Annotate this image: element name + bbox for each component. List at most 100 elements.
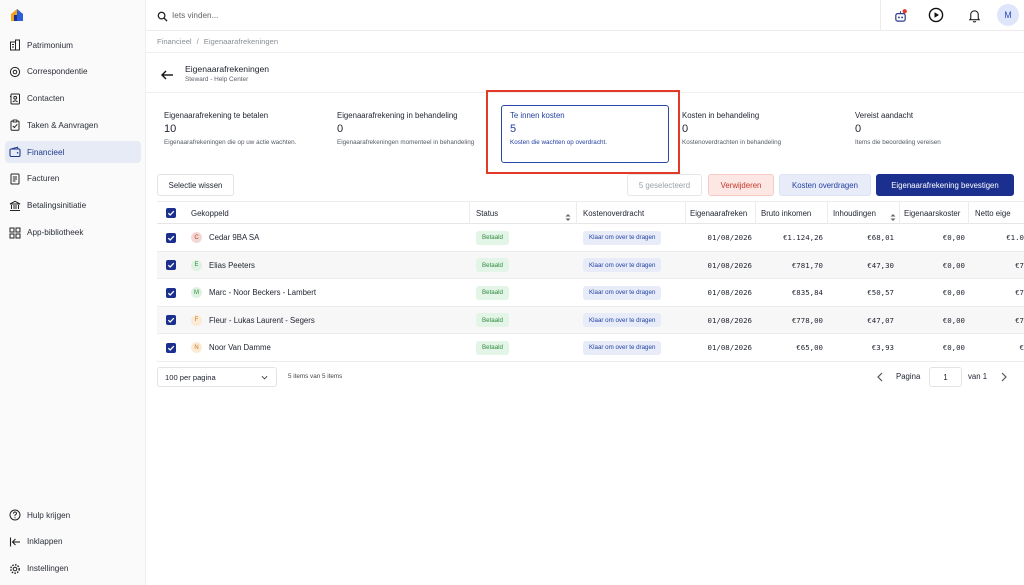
bank-icon: [9, 200, 21, 212]
header-status[interactable]: Status: [476, 202, 498, 224]
delete-button[interactable]: Verwijderen: [708, 174, 774, 196]
sort-icon[interactable]: [890, 209, 896, 221]
at-sign-icon: [9, 66, 21, 78]
sidebar-item-label: Financieel: [27, 147, 65, 157]
linked-cell[interactable]: F Fleur - Lukas Laurent - Segers: [191, 307, 461, 334]
table-row[interactable]: N Noor Van Damme Betaald Klaar om over te d…: [157, 334, 1024, 362]
column-divider: [899, 202, 900, 224]
clear-selection-button[interactable]: Selectie wissen: [157, 174, 234, 196]
gross-income: €1.124,26: [782, 233, 823, 242]
transfer-cell: Klaar om over te dragen: [583, 224, 662, 251]
owner-costs: €0,00: [942, 343, 965, 352]
initial-avatar: C: [191, 232, 202, 243]
header-net[interactable]: Netto eige: [975, 202, 1011, 224]
table-body: C Cedar 9BA SA Betaald Klaar om over te dra…: [157, 224, 1024, 362]
transfer-cell: Klaar om over te dragen: [583, 252, 662, 279]
play-circle-icon[interactable]: [926, 5, 946, 25]
table-row[interactable]: M Marc - Noor Beckers - Lambert Betaald Kla…: [157, 279, 1024, 307]
clipboard-check-icon: [9, 119, 21, 132]
table-row[interactable]: E Elias Peeters Betaald Klaar om over te dr…: [157, 251, 1024, 279]
linked-cell[interactable]: C Cedar 9BA SA: [191, 224, 461, 251]
stat-card-in-progress[interactable]: Eigenaarafrekening in behandeling 0 Eige…: [337, 111, 477, 147]
sidebar: Patrimonium Correspondentie Contacten Taken…: [0, 0, 146, 585]
sidebar-item-betalingsinitiatie[interactable]: Betalingsinitiatie: [5, 195, 141, 217]
stat-label: Eigenaarafrekening te betalen: [164, 111, 269, 120]
header-cost-transfer[interactable]: Kostenoverdracht: [583, 202, 644, 224]
back-arrow-icon[interactable]: [160, 68, 174, 80]
row-checkbox[interactable]: [166, 307, 176, 334]
stat-description: Kosten die wachten op overdracht.: [510, 139, 607, 146]
sidebar-item-facturen[interactable]: Facturen: [5, 168, 141, 190]
initial-avatar: F: [191, 314, 202, 326]
table-row[interactable]: C Cedar 9BA SA Betaald Klaar om over te dra…: [157, 224, 1024, 252]
stat-card-costs-in-progress[interactable]: Kosten in behandeling 0 Kostenoverdracht…: [682, 111, 822, 147]
sidebar-item-app-bibliotheek[interactable]: App-bibliotheek: [5, 222, 141, 244]
transfer-costs-button[interactable]: Kosten overdragen: [779, 174, 871, 196]
select-all-checkbox[interactable]: [166, 202, 176, 224]
header-settlement[interactable]: Eigenaarafreken: [690, 202, 747, 224]
page-input[interactable]: [929, 367, 962, 387]
invoice-icon: [9, 173, 21, 185]
sidebar-item-patrimonium[interactable]: Patrimonium: [5, 34, 141, 56]
settlement-date: 01/08/2026: [707, 260, 753, 270]
deductions: €47,07: [867, 315, 894, 325]
search-input[interactable]: [172, 6, 472, 24]
breadcrumb-separator: /: [196, 37, 199, 46]
stat-card-costs-to-collect[interactable]: Te innen kosten 5 Kosten die wachten op …: [510, 111, 650, 147]
items-count: 5 items van 5 items: [288, 373, 343, 380]
stat-card-needs-attention[interactable]: Vereist aandacht 0 Items die beoordeling…: [855, 111, 995, 147]
per-page-select[interactable]: 100 per pagina: [157, 367, 277, 387]
linked-cell[interactable]: N Noor Van Damme: [191, 334, 461, 361]
sidebar-item-contacten[interactable]: Contacten: [5, 88, 141, 110]
sidebar-item-label: Correspondentie: [27, 67, 88, 77]
stat-label: Eigenaarafrekening in behandeling: [337, 111, 458, 120]
sidebar-item-inklappen[interactable]: Inklappen: [5, 531, 141, 553]
house-logo-icon[interactable]: [9, 7, 25, 23]
status-badge: Betaald: [476, 313, 509, 327]
chevron-down-icon: [261, 374, 268, 381]
linked-cell[interactable]: M Marc - Noor Beckers - Lambert: [191, 279, 461, 306]
sidebar-item-label: Instellingen: [27, 564, 69, 574]
sidebar-item-hulp-krijgen[interactable]: Hulp krijgen: [5, 504, 141, 526]
table-header: Gekoppeld Status Kostenoverdracht Eigena…: [157, 201, 1024, 224]
sidebar-item-label: Inklappen: [27, 537, 63, 547]
row-checkbox[interactable]: [166, 252, 176, 279]
sidebar-item-correspondentie[interactable]: Correspondentie: [5, 61, 141, 83]
transfer-cell: Klaar om over te dragen: [583, 279, 662, 306]
confirm-settlement-button[interactable]: Eigenaarafrekening bevestigen: [876, 174, 1014, 196]
sidebar-item-instellingen[interactable]: Instellingen: [5, 558, 141, 580]
page-subtitle: Steward - Help Center: [185, 76, 249, 83]
owner-costs: €0,00: [942, 288, 965, 297]
breadcrumb-item-financieel[interactable]: Financieel: [157, 37, 192, 46]
stat-card-to-pay[interactable]: Eigenaarafrekening te betalen 10 Eigenaa…: [164, 111, 304, 147]
sidebar-bottom-nav: Hulp krijgen Inklappen Instellingen: [0, 504, 146, 584]
row-checkbox[interactable]: [166, 334, 176, 361]
transfer-badge: Klaar om over te dragen: [583, 285, 662, 300]
bot-notification-icon[interactable]: [890, 5, 910, 25]
stat-value: 5: [510, 123, 517, 135]
chevron-left-icon[interactable]: [874, 370, 886, 384]
header-linked[interactable]: Gekoppeld: [191, 202, 229, 224]
initial-avatar: M: [191, 287, 202, 298]
row-checkbox[interactable]: [166, 224, 176, 251]
transfer-badge: Klaar om over te dragen: [583, 340, 662, 355]
stat-description: Eigenaarafrekeningen die op uw actie wac…: [164, 139, 297, 146]
sidebar-item-financieel[interactable]: Financieel: [5, 141, 141, 164]
transfer-badge: Klaar om over te dragen: [583, 230, 662, 245]
table-row[interactable]: F Fleur - Lukas Laurent - Segers Betaald Kl…: [157, 306, 1024, 334]
sidebar-item-taken-aanvragen[interactable]: Taken & Aanvragen: [5, 114, 141, 136]
header-deductions[interactable]: Inhoudingen: [833, 202, 876, 224]
settlement-date: 01/08/2026: [707, 343, 753, 352]
linked-name: Noor Van Damme: [209, 343, 271, 352]
breadcrumb-item-current: Eigenaarafrekeningen: [203, 37, 279, 46]
header-owner-costs[interactable]: Eigenaarskoster: [904, 202, 960, 224]
status-cell: Betaald: [476, 279, 509, 306]
avatar[interactable]: M: [997, 4, 1019, 26]
column-divider: [576, 202, 577, 224]
chevron-right-icon[interactable]: [998, 370, 1010, 384]
linked-cell[interactable]: E Elias Peeters: [191, 252, 461, 279]
row-checkbox[interactable]: [166, 279, 176, 306]
header-gross-income[interactable]: Bruto inkomen: [761, 202, 811, 224]
sort-icon[interactable]: [565, 209, 571, 221]
bell-icon[interactable]: [964, 5, 984, 25]
